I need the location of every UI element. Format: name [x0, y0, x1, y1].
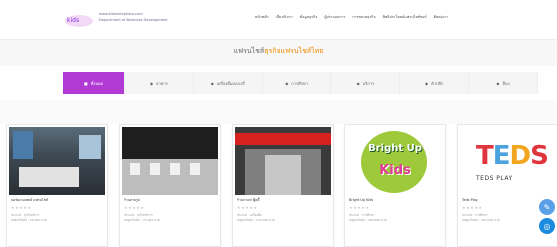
card-title: ร้านถ่ายรูป	[124, 198, 140, 202]
card-meta: ประเภท : เครื่องดื่ม ลงทุนเริ่มต้น : 120,…	[237, 213, 275, 222]
tab-service[interactable]: ◆ บริการ	[331, 72, 401, 94]
store-photo	[235, 127, 331, 195]
site-header: kids www.kidsmilephoto.com Department of…	[0, 0, 557, 40]
section-spacer	[0, 100, 557, 124]
brand-logo: TEDS TEDS PLAY	[460, 127, 556, 195]
logo-text: www.kidsmilephoto.com Department of Busi…	[99, 12, 168, 22]
site-logo[interactable]: kids	[64, 9, 94, 29]
shop-icon: ◆	[425, 80, 429, 86]
more-icon: ◆	[496, 80, 500, 86]
franchise-card[interactable]: บอร์ดเกมเพลย์ แฟรนไชส์ ★★★★★ ประเภท : ธุ…	[6, 124, 108, 247]
franchise-card[interactable]: ร้านกาแฟ ฟู้ดดี้ ★★★★★ ประเภท : เครื่องด…	[232, 124, 334, 247]
drink-icon: ◆	[210, 80, 214, 86]
card-title: บอร์ดเกมเพลย์ แฟรนไชส์	[11, 198, 48, 202]
store-photo	[9, 127, 105, 195]
book-icon: ◆	[285, 80, 289, 86]
nav-item[interactable]: หน้าหลัก	[255, 14, 269, 20]
brand-logo: Bright Up Kids	[347, 127, 443, 195]
grid-icon: ■	[83, 80, 88, 86]
service-icon: ◆	[356, 80, 360, 86]
nav-item[interactable]: การขยายธุรกิจ	[352, 14, 375, 20]
rating-stars: ★★★★★	[349, 205, 370, 210]
messenger-icon: ◎	[543, 221, 551, 231]
rating-stars: ★★★★★	[11, 205, 32, 210]
rating-stars: ★★★★★	[237, 205, 258, 210]
chat-icon: ✎	[543, 202, 551, 212]
nav-item[interactable]: ติดต่อเรา	[434, 14, 448, 20]
tab-retail[interactable]: ◆ ค้าปลีก	[400, 72, 470, 94]
franchise-card[interactable]: Bright Up Kids Bright Up Kids ★★★★★ ประเ…	[344, 124, 446, 247]
hero-banner: แฟรนไชส์ธุรกิจแฟรนไชส์ไทย	[0, 40, 557, 66]
food-icon: ◆	[150, 80, 154, 86]
tab-education[interactable]: ◆ การศึกษา	[263, 72, 332, 94]
card-meta: ประเภท : ธุรกิจบริการ ลงทุนเริ่มต้น : 50,…	[11, 213, 47, 222]
card-meta: ประเภท : ธุรกิจบริการ ลงทุนเริ่มต้น : 75,…	[124, 213, 160, 222]
store-photo	[122, 127, 218, 195]
card-title: Bright Up Kids	[349, 198, 374, 202]
page-title: แฟรนไชส์ธุรกิจแฟรนไชส์ไทย	[233, 47, 324, 55]
franchise-card[interactable]: ร้านถ่ายรูป ★★★★★ ประเภท : ธุรกิจบริการล…	[119, 124, 221, 247]
nav-item[interactable]: เกี่ยวกับเรา	[276, 14, 293, 20]
nav-item[interactable]: สิทธิประโยชน์แฟรนไชส์ซอร์	[383, 14, 427, 20]
tab-food[interactable]: ◆ อาหาร	[125, 72, 194, 94]
top-navigation: หน้าหลัก เกี่ยวกับเรา ข้อมูลธุรกิจ ผู้ปร…	[255, 14, 448, 20]
card-title: Teds Play	[462, 198, 478, 202]
nav-item[interactable]: ข้อมูลธุรกิจ	[300, 14, 318, 20]
card-title: ร้านกาแฟ ฟู้ดดี้	[237, 198, 260, 202]
card-meta: ประเภท : การศึกษา ลงทุนเริ่มต้น : 300,000…	[349, 213, 387, 222]
tab-all[interactable]: ■ ทั้งหมด	[63, 72, 125, 94]
category-tabs: ■ ทั้งหมด ◆ อาหาร ◆ เครื่องดื่มเบเกอรี่ …	[63, 72, 538, 94]
rating-stars: ★★★★★	[462, 205, 483, 210]
chat-button[interactable]: ✎	[539, 199, 555, 215]
svg-text:kids: kids	[67, 17, 79, 24]
tab-other[interactable]: ◆ อื่นๆ	[469, 72, 538, 94]
messenger-button[interactable]: ◎	[539, 218, 555, 234]
tab-drink[interactable]: ◆ เครื่องดื่มเบเกอรี่	[194, 72, 263, 94]
rating-stars: ★★★★★	[124, 205, 145, 210]
nav-item[interactable]: ผู้ประกอบการ	[324, 14, 345, 20]
